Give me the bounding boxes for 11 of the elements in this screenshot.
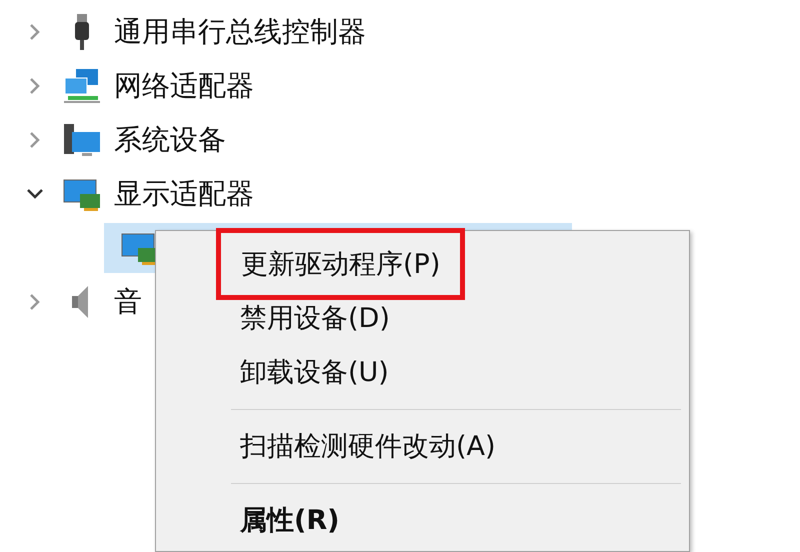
network-icon	[62, 66, 102, 106]
tree-item-label[interactable]: 系统设备	[114, 121, 226, 159]
menu-item[interactable]: 更新驱动程序(P)	[241, 246, 440, 282]
menu-item[interactable]: 扫描检测硬件改动(A)	[156, 428, 496, 464]
tree-item-label[interactable]: 网络适配器	[114, 67, 254, 105]
menu-item[interactable]: 卸载设备(U)	[156, 354, 389, 390]
menu-item[interactable]: 属性(R)	[156, 502, 340, 538]
tree-item-label[interactable]: 显示适配器	[114, 175, 254, 213]
tree-item-label[interactable]: 音	[114, 283, 142, 321]
tree-item-label[interactable]: 通用串行总线控制器	[114, 13, 366, 51]
menu-item[interactable]: 禁用设备(D)	[156, 300, 390, 336]
